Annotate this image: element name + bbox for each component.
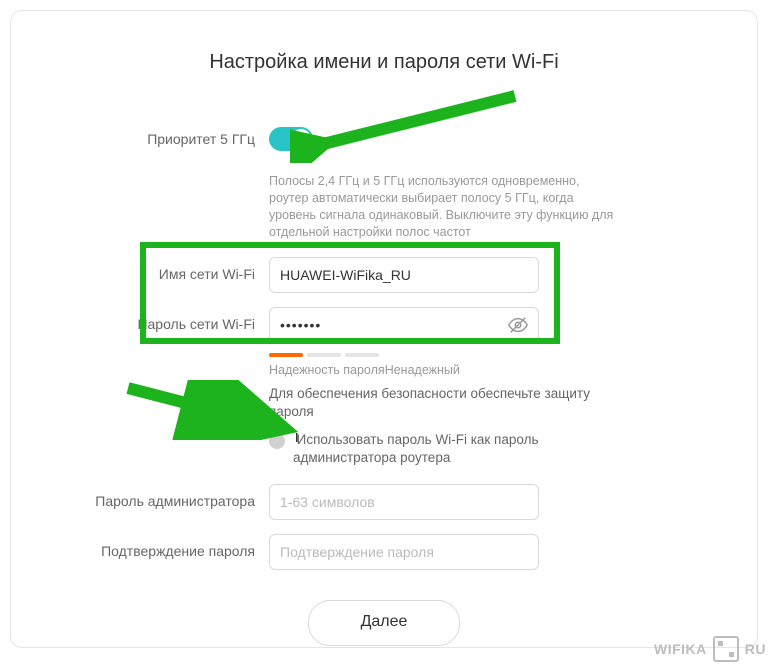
password-strength-label: Надежность пароляНенадежный	[269, 363, 599, 377]
wifi-password-input[interactable]	[269, 307, 539, 343]
admin-password-confirm-row: Подтверждение пароля	[11, 534, 757, 570]
next-button[interactable]: Далее	[308, 600, 460, 646]
toggle-knob	[291, 129, 311, 149]
admin-password-label: Пароль администратора	[11, 484, 269, 518]
priority-5ghz-label: Приоритет 5 ГГц	[11, 122, 269, 156]
settings-panel: Настройка имени и пароля сети Wi-Fi Прио…	[10, 10, 758, 648]
reuse-password-label: IИспользовать пароль Wi-Fi как пароль ад…	[293, 431, 599, 466]
admin-password-row: Пароль администратора	[11, 484, 757, 520]
password-strength-bar	[269, 353, 539, 357]
priority-5ghz-row: Приоритет 5 ГГц Полосы 2,4 ГГц и 5 ГГц и…	[11, 122, 757, 241]
wifi-password-label: Пароль сети Wi-Fi	[11, 307, 269, 341]
reuse-password-row: IИспользовать пароль Wi-Fi как пароль ад…	[269, 431, 599, 466]
page-title: Настройка имени и пароля сети Wi-Fi	[11, 51, 757, 74]
ssid-label: Имя сети Wi-Fi	[11, 257, 269, 291]
admin-password-confirm-input[interactable]	[269, 534, 539, 570]
priority-5ghz-toggle[interactable]	[269, 127, 313, 151]
priority-5ghz-helper: Полосы 2,4 ГГц и 5 ГГц используются одно…	[269, 173, 619, 241]
password-security-tip: Для обеспечения безопасности обеспечьте …	[269, 385, 599, 421]
ssid-input[interactable]	[269, 257, 539, 293]
watermark: WIFIKA RU	[654, 636, 766, 662]
admin-password-confirm-label: Подтверждение пароля	[11, 534, 269, 568]
watermark-qr-icon	[713, 636, 739, 662]
toggle-password-visibility-icon[interactable]	[503, 307, 533, 343]
admin-password-input[interactable]	[269, 484, 539, 520]
watermark-right: RU	[745, 641, 766, 657]
reuse-password-checkbox[interactable]	[269, 433, 285, 449]
ssid-row: Имя сети Wi-Fi	[11, 257, 757, 293]
button-row: Далее	[11, 600, 757, 646]
watermark-left: WIFIKA	[654, 641, 707, 657]
text-cursor-icon: I	[295, 430, 299, 447]
wifi-password-row: Пароль сети Wi-Fi	[11, 307, 757, 467]
